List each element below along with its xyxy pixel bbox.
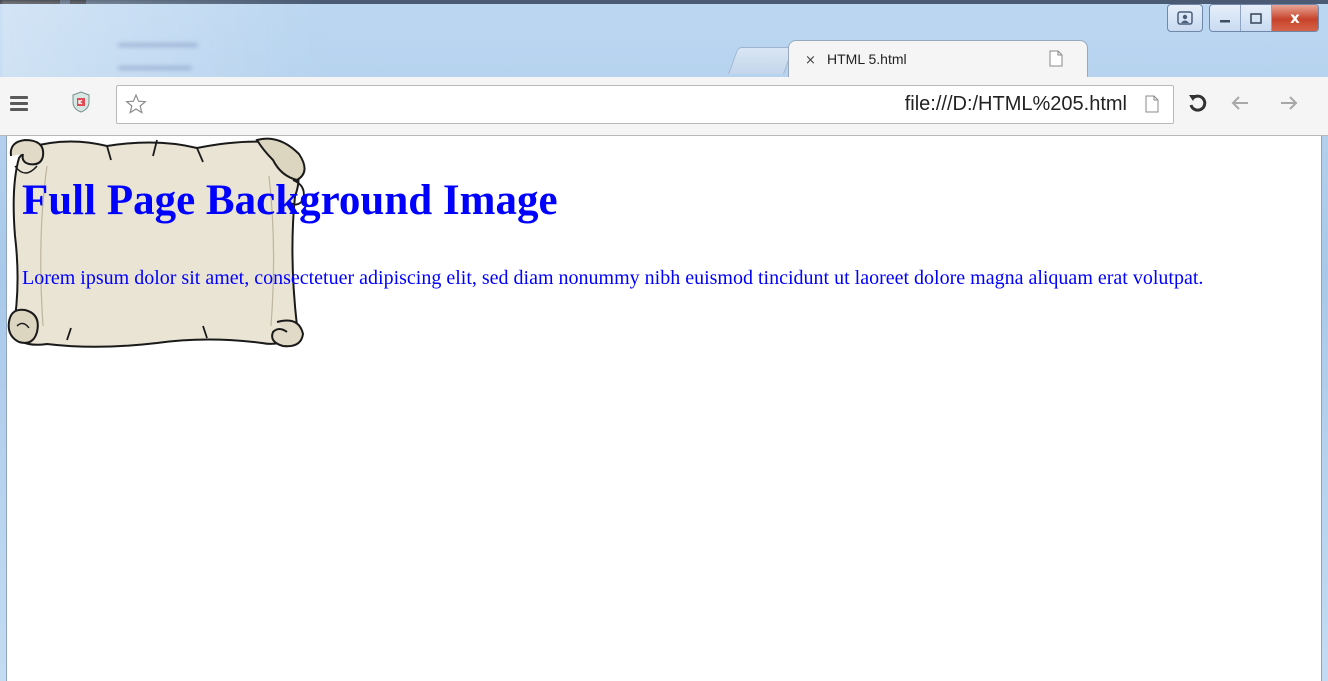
back-arrow-icon[interactable] [1230, 94, 1250, 116]
browser-toolbar: file:///D:/HTML%205.html [0, 77, 1328, 136]
page-content: Full Page Background Image Lorem ipsum d… [6, 136, 1322, 681]
maximize-icon[interactable] [1241, 5, 1272, 31]
scroll-image [7, 137, 306, 348]
window-controls: x [1209, 4, 1319, 32]
extension-shield-icon[interactable] [71, 91, 91, 117]
close-icon[interactable]: x [1272, 5, 1318, 31]
menu-icon[interactable] [10, 96, 28, 112]
user-icon[interactable] [1167, 4, 1203, 32]
tab-html5[interactable]: × HTML 5.html [788, 40, 1088, 79]
reload-icon[interactable] [1187, 92, 1209, 118]
close-label: x [1290, 9, 1300, 27]
new-tab-button[interactable] [728, 47, 794, 74]
tab-label: HTML 5.html [827, 51, 907, 67]
forward-arrow-icon[interactable] [1279, 94, 1299, 116]
page-paragraph: Lorem ipsum dolor sit amet, consectetuer… [22, 267, 1204, 289]
desktop-blur [0, 0, 330, 80]
page-heading: Full Page Background Image [22, 177, 558, 224]
address-bar[interactable]: file:///D:/HTML%205.html [116, 85, 1174, 124]
caption-buttons: x [1167, 4, 1319, 32]
minimize-icon[interactable] [1210, 5, 1241, 31]
tab-close-icon[interactable]: × [805, 53, 816, 68]
file-icon [1049, 50, 1063, 71]
url-text: file:///D:/HTML%205.html [904, 93, 1127, 115]
star-icon[interactable] [125, 93, 147, 119]
page-icon[interactable] [1145, 95, 1159, 117]
